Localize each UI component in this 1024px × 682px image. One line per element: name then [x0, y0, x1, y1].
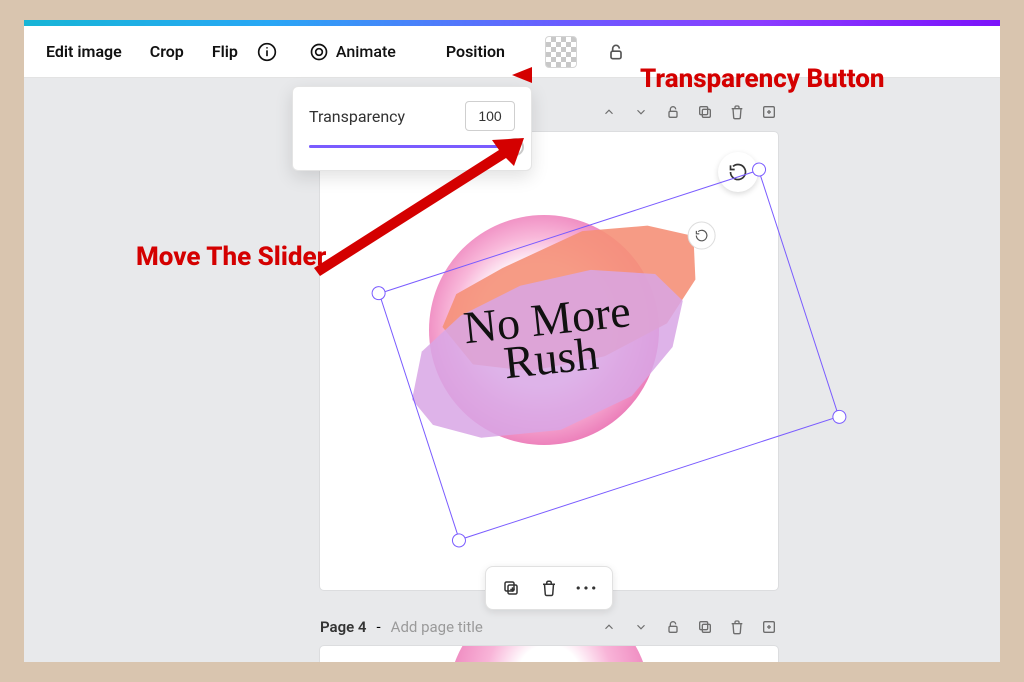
page4-pink-blob: [449, 646, 649, 662]
page4-delete-icon[interactable]: [728, 618, 746, 636]
page-4-header: Page 4 - Add page title: [320, 618, 778, 636]
page-duplicate-icon[interactable]: [696, 103, 714, 121]
transparency-label: Transparency: [309, 107, 405, 126]
page-4-actions: [600, 618, 778, 636]
crop-button[interactable]: Crop: [140, 36, 194, 67]
delete-element-button[interactable]: [534, 573, 564, 603]
page-lock-icon[interactable]: [664, 103, 682, 121]
animate-label: Animate: [336, 36, 406, 67]
page-4-title: Page 4: [320, 618, 367, 636]
workspace: Page 3 - Add page title: [24, 78, 1000, 662]
page-4-subtitle[interactable]: Add page title: [391, 618, 483, 636]
page-down-icon[interactable]: [632, 103, 650, 121]
duplicate-element-button[interactable]: [496, 573, 526, 603]
page4-duplicate-icon[interactable]: [696, 618, 714, 636]
page4-add-icon[interactable]: [760, 618, 778, 636]
app-window: Edit image Crop Flip Animate Position Pa…: [24, 20, 1000, 662]
rotate-handle[interactable]: [688, 222, 716, 250]
page-up-icon[interactable]: [600, 103, 618, 121]
resize-handle-br[interactable]: [831, 408, 849, 426]
annotation-arrow-to-transparency-button: [512, 60, 642, 90]
page-add-icon[interactable]: [760, 103, 778, 121]
page4-up-icon[interactable]: [600, 618, 618, 636]
transparency-value-input[interactable]: [465, 101, 515, 131]
resize-handle-bl[interactable]: [450, 532, 468, 550]
annotation-move-slider: Move The Slider: [136, 242, 326, 272]
animate-button[interactable]: Animate: [308, 36, 406, 67]
resize-handle-tl[interactable]: [370, 284, 388, 302]
flip-button[interactable]: Flip: [202, 36, 248, 67]
annotation-transparency-button: Transparency Button: [640, 64, 884, 94]
page4-lock-icon[interactable]: [664, 618, 682, 636]
more-options-button[interactable]: ···: [572, 573, 602, 603]
element-action-bar: ···: [485, 566, 613, 610]
edit-image-button[interactable]: Edit image: [36, 36, 132, 67]
position-button[interactable]: Position: [436, 36, 515, 67]
animate-icon: [308, 41, 330, 63]
canvas-page-4[interactable]: [320, 646, 778, 662]
page-3-actions: [600, 103, 778, 121]
annotation-arrow-to-slider: [314, 138, 524, 278]
page4-down-icon[interactable]: [632, 618, 650, 636]
page-delete-icon[interactable]: [728, 103, 746, 121]
info-icon[interactable]: [256, 41, 278, 63]
